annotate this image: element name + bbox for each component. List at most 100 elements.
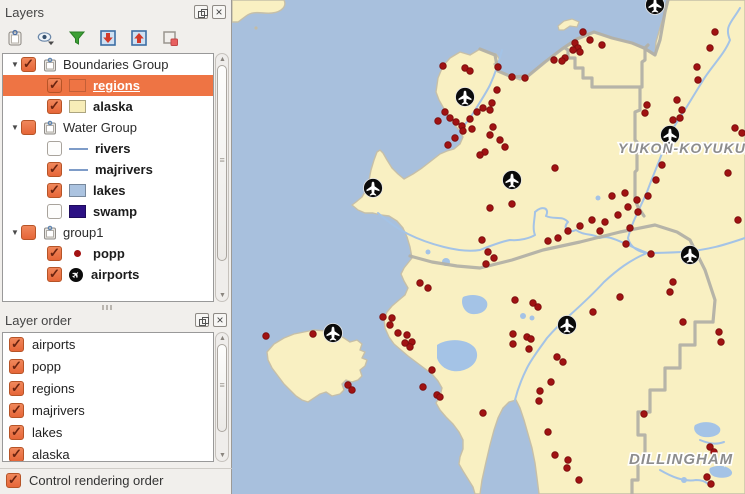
popp-point	[509, 74, 516, 81]
control-rendering-order-checkbox[interactable]	[6, 473, 21, 488]
tree-layer-regions[interactable]: regions	[3, 75, 213, 96]
layers-panel-title: Layers	[5, 5, 194, 20]
tree-layer-alaska[interactable]: alaska	[3, 96, 213, 117]
popp-point	[536, 398, 543, 405]
order-checkbox[interactable]	[9, 403, 24, 418]
popp-point	[510, 331, 517, 338]
layer-order-panel-header: Layer order	[0, 308, 232, 332]
expand-all-icon[interactable]	[98, 28, 118, 48]
popp-point	[494, 87, 501, 94]
layer-checkbox[interactable]	[21, 57, 36, 72]
popp-point	[635, 209, 642, 216]
tree-group-group1[interactable]: ▼group1	[3, 222, 213, 243]
layer-checkbox[interactable]	[21, 225, 36, 240]
tree-layer-airports[interactable]: ✈airports	[3, 264, 213, 285]
popp-point	[487, 205, 494, 212]
popp-point	[680, 319, 687, 326]
remove-layer-icon[interactable]	[160, 28, 180, 48]
order-label: regions	[32, 381, 75, 396]
popp-point	[437, 394, 444, 401]
layer-checkbox[interactable]	[47, 183, 62, 198]
symbol-line	[69, 169, 88, 171]
tree-layer-lakes[interactable]: lakes	[3, 180, 213, 201]
order-label: airports	[32, 337, 75, 352]
layer-checkbox[interactable]	[47, 204, 62, 219]
tree-layer-rivers[interactable]: rivers	[3, 138, 213, 159]
layers-float-button[interactable]	[194, 5, 208, 19]
layer-label: Water Group	[63, 120, 137, 135]
layer-order-panel-title: Layer order	[5, 313, 195, 328]
popp-point	[555, 235, 562, 242]
layer-checkbox[interactable]	[47, 246, 62, 261]
layer-order-scrollbar[interactable]: ▲ ▼	[215, 332, 229, 462]
order-checkbox[interactable]	[9, 447, 24, 462]
tree-layer-majrivers[interactable]: majrivers	[3, 159, 213, 180]
islet	[254, 26, 257, 29]
airport-marker	[456, 88, 475, 107]
layer-checkbox[interactable]	[47, 141, 62, 156]
popp-point	[512, 297, 519, 304]
order-checkbox[interactable]	[9, 425, 24, 440]
popp-point	[483, 261, 490, 268]
order-item-popp[interactable]: popp	[3, 355, 213, 377]
layer-checkbox[interactable]	[47, 78, 62, 93]
popp-point	[389, 315, 396, 322]
popp-point	[417, 280, 424, 287]
filter-legend-icon[interactable]	[67, 28, 87, 48]
group-icon	[43, 57, 57, 72]
expander-icon[interactable]: ▼	[5, 228, 21, 237]
map-canvas[interactable]: YUKON-KOYUKUKDILLINGHAM	[232, 0, 745, 494]
popp-point	[694, 64, 701, 71]
manage-visibility-icon[interactable]	[36, 28, 56, 48]
collapse-all-icon[interactable]	[129, 28, 149, 48]
order-item-airports[interactable]: airports	[3, 333, 213, 355]
popp-point	[577, 49, 584, 56]
popp-point	[735, 217, 742, 224]
popp-point	[642, 110, 649, 117]
expander-icon[interactable]: ▼	[5, 123, 21, 132]
tree-group-water-group[interactable]: ▼ Water Group	[3, 117, 213, 138]
order-label: lakes	[32, 425, 62, 440]
popp-point	[479, 237, 486, 244]
layer-checkbox[interactable]	[47, 162, 62, 177]
popp-point	[477, 152, 484, 159]
layer-checkbox[interactable]	[47, 99, 62, 114]
layers-close-button[interactable]	[212, 5, 226, 19]
control-rendering-order-row[interactable]: Control rendering order	[0, 468, 232, 492]
popp-point	[467, 116, 474, 123]
left-dock: Layers	[0, 0, 232, 494]
popp-point	[420, 384, 427, 391]
layers-scrollbar[interactable]: ▲ ▼	[215, 53, 229, 302]
order-item-regions[interactable]: regions	[3, 377, 213, 399]
popp-point	[695, 77, 702, 84]
popp-point	[609, 193, 616, 200]
popp-point	[667, 289, 674, 296]
order-item-majrivers[interactable]: majrivers	[3, 399, 213, 421]
layer-order-float-button[interactable]	[195, 313, 209, 327]
order-item-lakes[interactable]: lakes	[3, 421, 213, 443]
order-checkbox[interactable]	[9, 337, 24, 352]
popp-point	[552, 452, 559, 459]
region-label-yukon-koyukuk: YUKON-KOYUKUK	[618, 140, 745, 156]
tree-group-boundaries-group[interactable]: ▼Boundaries Group	[3, 54, 213, 75]
layer-checkbox[interactable]	[47, 267, 62, 282]
popp-point	[502, 144, 509, 151]
expander-icon[interactable]: ▼	[5, 60, 21, 69]
layer-order-close-button[interactable]	[213, 313, 227, 327]
order-label: popp	[32, 359, 61, 374]
popp-point	[489, 100, 496, 107]
layer-checkbox[interactable]	[21, 120, 36, 135]
popp-point	[480, 105, 487, 112]
order-item-alaska[interactable]: alaska	[3, 443, 213, 462]
order-checkbox[interactable]	[9, 381, 24, 396]
add-group-icon[interactable]	[5, 28, 25, 48]
tree-layer-swamp[interactable]: swamp	[3, 201, 213, 222]
popp-point	[551, 57, 558, 64]
order-checkbox[interactable]	[9, 359, 24, 374]
popp-point	[349, 387, 356, 394]
popp-point	[739, 130, 745, 137]
popp-point	[387, 322, 394, 329]
popp-point	[453, 119, 460, 126]
layer-label: popp	[93, 246, 125, 261]
tree-layer-popp[interactable]: popp	[3, 243, 213, 264]
